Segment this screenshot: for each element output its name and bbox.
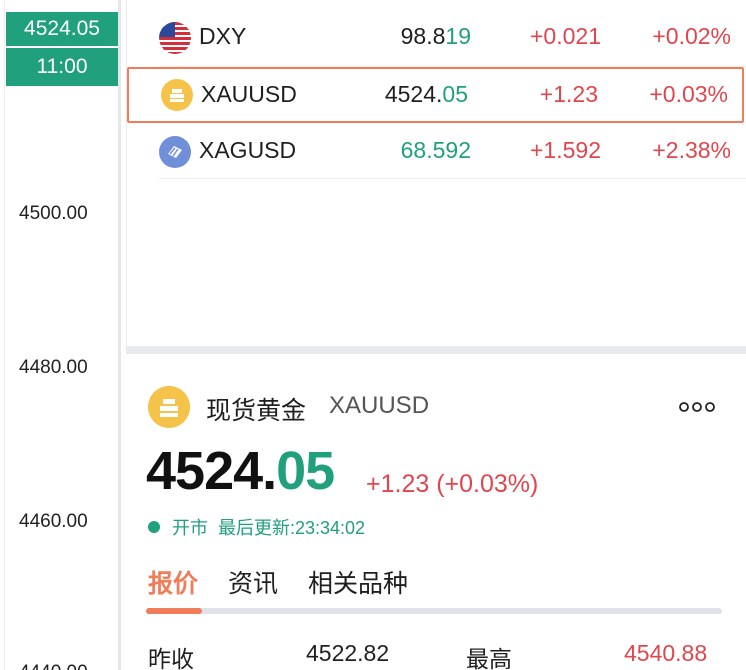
- high-value: 4540.88: [624, 640, 708, 666]
- symbol-label: DXY: [199, 23, 247, 49]
- instrument-symbol: XAUUSD: [329, 392, 430, 419]
- watchlist-row-dxy[interactable]: DXY 98.819 +0.021 +0.02%: [127, 10, 746, 66]
- symbol-label: XAUUSD: [201, 81, 297, 107]
- tab-indicator: [146, 608, 202, 614]
- tab-related[interactable]: 相关品种: [308, 564, 408, 600]
- gold-bar-icon: [161, 79, 193, 111]
- price-axis: 4524.05 11:00 4500.00 4480.00 4460.00 44…: [0, 0, 120, 670]
- tab-quote[interactable]: 报价: [148, 564, 198, 600]
- instrument-detail: 现货黄金 XAUUSD 4524.05 +1.23 (+0.03%) 开市 最后…: [126, 354, 746, 670]
- watchlist: DXY 98.819 +0.021 +0.02% XAUUSD 4524.05 …: [126, 0, 746, 346]
- us-flag-icon: [159, 22, 191, 54]
- change-value: +1.592: [530, 137, 601, 163]
- percent-value: +0.03%: [649, 81, 728, 107]
- current-time-label: 11:00: [6, 48, 118, 86]
- price-value: 98.819: [400, 23, 471, 49]
- more-dots-icon[interactable]: [678, 394, 716, 420]
- gold-bar-icon: [148, 386, 190, 428]
- high-label: 最高: [466, 646, 512, 670]
- watchlist-row-xagusd[interactable]: XAGUSD 68.592 +1.592 +2.38%: [127, 124, 746, 180]
- change-value: +0.021: [530, 23, 601, 49]
- axis-tick: 4480.00: [19, 357, 88, 378]
- last-updated: 最后更新:23:34:02: [218, 518, 366, 538]
- current-price-label: 4524.05: [6, 12, 118, 46]
- axis-tick: 4460.00: [19, 511, 88, 532]
- percent-value: +2.38%: [652, 137, 731, 163]
- detail-tabs: 报价 资讯 相关品种: [148, 564, 438, 600]
- axis-divider: [4, 0, 5, 670]
- axis-border: [118, 0, 121, 670]
- price-value: 68.592: [400, 137, 471, 163]
- change-value: +1.23: [539, 81, 598, 107]
- symbol-label: XAGUSD: [199, 137, 297, 163]
- tab-track: [146, 608, 722, 614]
- status-dot-icon: [148, 521, 160, 533]
- market-status: 开市 最后更新:23:34:02: [148, 514, 365, 540]
- price-change: +1.23 (+0.03%): [366, 470, 539, 498]
- tab-news[interactable]: 资讯: [228, 564, 278, 600]
- prev-close-label: 昨收: [148, 646, 194, 670]
- main-price: 4524.05: [146, 441, 335, 501]
- prev-close-value: 4522.82: [306, 640, 390, 666]
- percent-value: +0.02%: [652, 23, 731, 49]
- instrument-name: 现货黄金: [206, 397, 307, 425]
- axis-tick: 4440.00: [19, 662, 88, 670]
- watchlist-row-xauusd[interactable]: XAUUSD 4524.05 +1.23 +0.03%: [127, 67, 744, 123]
- section-divider: [126, 346, 746, 354]
- axis-tick: 4500.00: [19, 203, 88, 224]
- silver-bar-icon: [159, 136, 191, 168]
- status-text: 开市: [172, 518, 208, 538]
- price-value: 4524.05: [384, 81, 468, 107]
- quote-row: 昨收 4522.82 最高 4540.88: [148, 640, 724, 670]
